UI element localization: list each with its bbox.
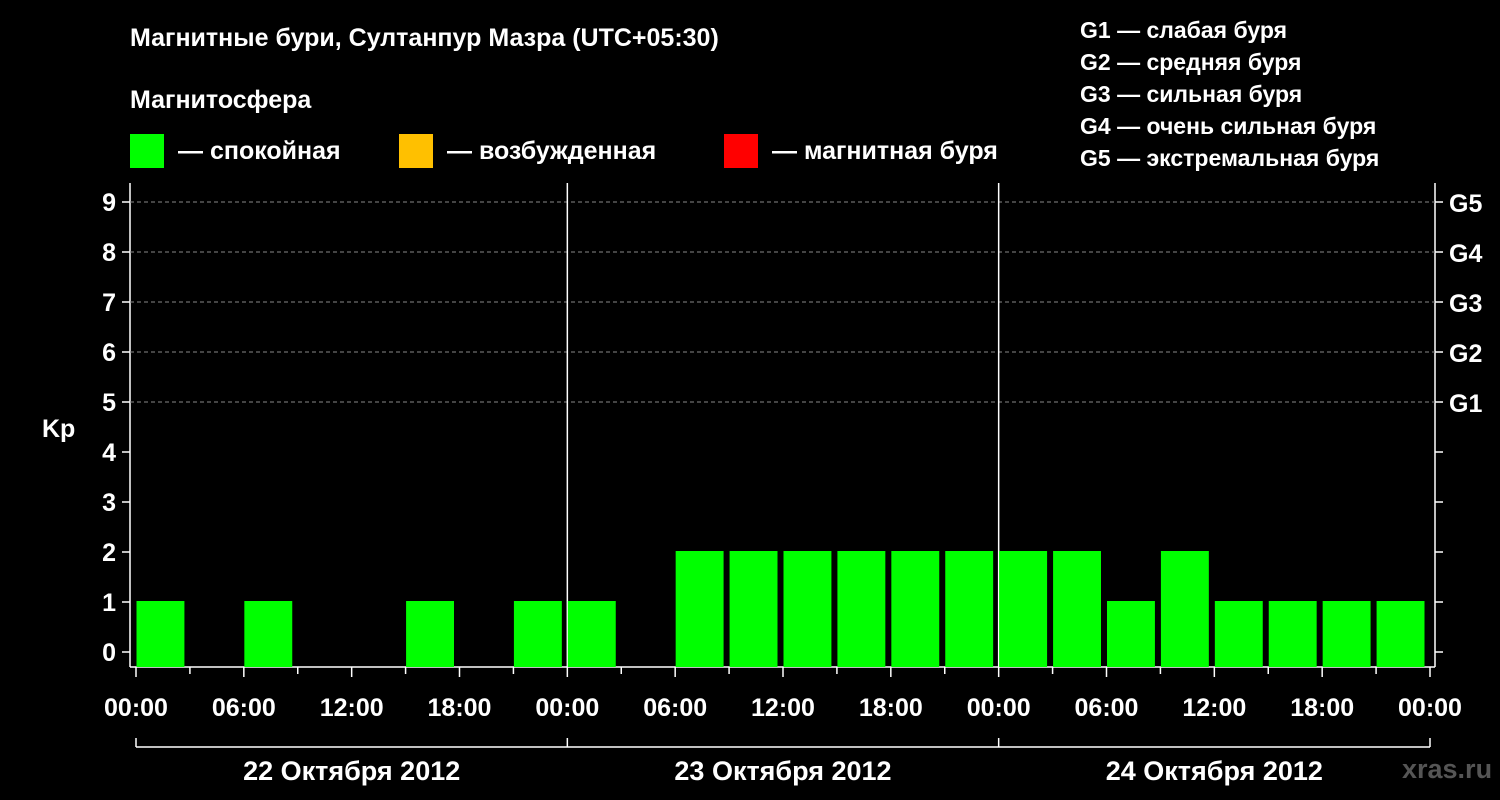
kp-bar — [244, 601, 293, 667]
y-tick-label: 1 — [102, 589, 116, 617]
x-tick-label: 00:00 — [535, 694, 599, 722]
kp-bar — [1160, 551, 1209, 667]
kp-bar — [1322, 601, 1371, 667]
kp-bar — [837, 551, 886, 667]
g-scale-tick-label: G2 — [1449, 340, 1482, 368]
y-tick-label: 0 — [102, 639, 116, 667]
kp-bar — [783, 551, 832, 667]
watermark: xras.ru — [1402, 754, 1493, 784]
x-tick-label: 12:00 — [320, 694, 384, 722]
x-tick-label: 18:00 — [428, 694, 492, 722]
x-tick-label: 00:00 — [1398, 694, 1462, 722]
kp-bar — [136, 601, 185, 667]
x-tick-label: 12:00 — [751, 694, 815, 722]
y-tick-label: 7 — [102, 289, 116, 317]
kp-bar — [1376, 601, 1425, 667]
g-scale-tick-label: G1 — [1449, 390, 1482, 418]
kp-bar — [406, 601, 454, 667]
y-tick-label: 9 — [102, 189, 116, 217]
y-tick-label: 2 — [102, 539, 116, 567]
day-label: 24 Октября 2012 — [1106, 756, 1323, 786]
kp-bar — [729, 551, 778, 667]
x-tick-label: 12:00 — [1182, 694, 1246, 722]
kp-bar — [945, 551, 994, 667]
kp-bar — [1214, 601, 1263, 667]
y-axis-label: Kp — [42, 415, 75, 443]
kp-bar — [891, 551, 940, 667]
day-label: 23 Октября 2012 — [674, 756, 891, 786]
kp-bar — [999, 551, 1048, 667]
kp-bar — [675, 551, 724, 667]
x-tick-label: 06:00 — [643, 694, 707, 722]
g-scale-tick-label: G4 — [1449, 240, 1482, 268]
x-tick-label: 06:00 — [212, 694, 276, 722]
kp-bar — [1107, 601, 1155, 667]
y-tick-label: 6 — [102, 339, 116, 367]
day-label: 22 Октября 2012 — [243, 756, 460, 786]
kp-bar — [513, 601, 562, 667]
kp-bar — [1053, 551, 1101, 667]
g-scale-tick-label: G3 — [1449, 290, 1482, 318]
kp-bar — [567, 601, 616, 667]
y-tick-label: 5 — [102, 389, 116, 417]
x-tick-label: 06:00 — [1075, 694, 1139, 722]
x-tick-label: 18:00 — [859, 694, 923, 722]
x-tick-label: 00:00 — [104, 694, 168, 722]
kp-bar — [1268, 601, 1317, 667]
y-tick-label: 4 — [102, 439, 116, 467]
y-tick-label: 8 — [102, 239, 116, 267]
x-tick-label: 18:00 — [1290, 694, 1354, 722]
kp-chart: 0 1 2 3 4 5 6 7 8 9 G1 G2 G3 G4 G5 Kp 00:00 06:00 12:00 18:… — [42, 183, 1482, 786]
y-tick-label: 3 — [102, 489, 116, 517]
g-scale-tick-label: G5 — [1449, 190, 1482, 218]
x-tick-label: 00:00 — [967, 694, 1031, 722]
